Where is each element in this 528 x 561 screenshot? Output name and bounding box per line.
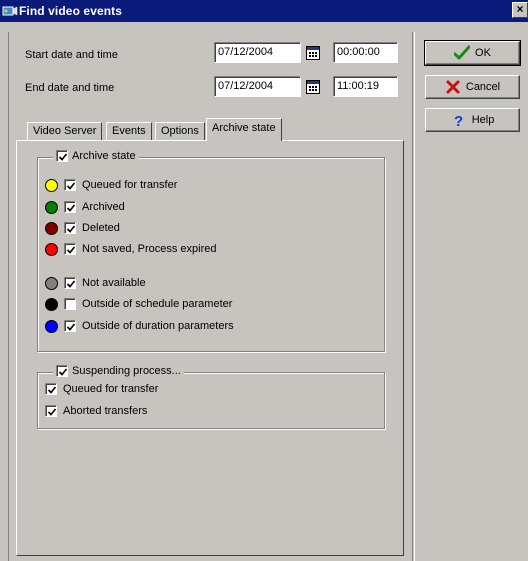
archive-state-item[interactable]: Outside of duration parameters <box>45 319 234 333</box>
archive-state-item[interactable]: Not saved, Process expired <box>45 242 217 256</box>
suspending-process-label: Suspending process... <box>72 365 181 377</box>
status-color-dot-icon <box>45 319 58 333</box>
archive-state-item[interactable]: Not available <box>45 276 146 290</box>
start-date-label: Start date and time <box>25 49 118 61</box>
suspending-item[interactable]: Queued for transfer <box>45 382 158 396</box>
start-time-field[interactable]: 00:00:00 <box>333 42 398 63</box>
status-color-dot-icon <box>45 242 58 256</box>
archive-state-item-checkbox[interactable] <box>64 298 76 310</box>
ok-button[interactable]: OK <box>424 40 521 66</box>
archive-state-item[interactable]: Outside of schedule parameter <box>45 297 232 311</box>
tab-archive-state[interactable]: Archive state <box>206 118 282 141</box>
suspending-item-checkbox[interactable] <box>45 383 57 395</box>
suspending-item-label: Aborted transfers <box>63 405 148 417</box>
question-mark-icon: ? <box>451 112 467 130</box>
find-video-events-dialog: Find video events × Start date and time … <box>0 0 528 561</box>
panel-divider <box>412 32 415 561</box>
archive-state-item-label: Outside of duration parameters <box>82 320 234 332</box>
end-date-label: End date and time <box>25 82 115 94</box>
end-date-field[interactable]: 07/12/2004 <box>214 76 301 97</box>
archive-state-item-label: Not saved, Process expired <box>82 243 217 255</box>
archive-state-item-label: Deleted <box>82 222 120 234</box>
status-color-dot-icon <box>45 178 58 192</box>
archive-state-item-label: Archived <box>82 201 125 213</box>
cross-icon <box>445 79 461 95</box>
archive-state-item[interactable]: Deleted <box>45 221 120 235</box>
archive-state-item-checkbox[interactable] <box>64 243 76 255</box>
status-color-dot-icon <box>45 221 58 235</box>
status-color-dot-icon <box>45 276 58 290</box>
checkmark-icon <box>453 45 471 61</box>
svg-text:?: ? <box>454 113 463 128</box>
end-time-field[interactable]: 11:00:19 <box>333 76 398 97</box>
status-color-dot-icon <box>45 297 58 311</box>
suspending-item-label: Queued for transfer <box>63 383 159 395</box>
suspending-item-checkbox[interactable] <box>45 405 57 417</box>
suspending-process-group <box>37 372 385 429</box>
close-button[interactable]: × <box>512 2 528 18</box>
archive-state-item-label: Queued for transfer <box>82 179 178 191</box>
suspending-process-checkbox[interactable] <box>56 365 68 377</box>
cancel-label: Cancel <box>465 81 501 93</box>
help-button[interactable]: ? Help <box>425 108 520 132</box>
suspending-item[interactable]: Aborted transfers <box>45 404 147 418</box>
tab-events[interactable]: Events <box>106 122 152 140</box>
tab-video-server[interactable]: Video Server <box>27 122 103 140</box>
archive-state-item[interactable]: Queued for transfer <box>45 178 177 192</box>
calendar-icon[interactable] <box>306 46 320 60</box>
archive-state-item-label: Not available <box>82 277 146 289</box>
calendar-icon[interactable] <box>306 80 320 94</box>
window-title: Find video events <box>19 4 123 18</box>
ok-label: OK <box>475 47 491 59</box>
archive-state-item-checkbox[interactable] <box>64 320 76 332</box>
tab-options[interactable]: Options <box>155 122 205 140</box>
archive-state-tab-panel: Archive state Queued for transfer Archive… <box>16 140 404 556</box>
archive-state-checkbox[interactable] <box>56 150 68 162</box>
video-camera-icon <box>2 3 18 19</box>
archive-state-item-checkbox[interactable] <box>64 201 76 213</box>
archive-state-item-label: Outside of schedule parameter <box>82 298 233 310</box>
archive-state-item-checkbox[interactable] <box>64 277 76 289</box>
help-label: Help <box>471 114 495 126</box>
status-color-dot-icon <box>45 200 58 214</box>
archive-state-label: Archive state <box>72 150 136 162</box>
cancel-button[interactable]: Cancel <box>425 75 520 99</box>
archive-state-item-checkbox[interactable] <box>64 222 76 234</box>
suspending-process-group-header: Suspending process... <box>53 365 184 377</box>
archive-state-group-header: Archive state <box>53 150 139 162</box>
title-bar[interactable]: Find video events × <box>0 0 528 22</box>
start-date-field[interactable]: 07/12/2004 <box>214 42 301 63</box>
archive-state-item[interactable]: Archived <box>45 200 125 214</box>
archive-state-item-checkbox[interactable] <box>64 179 76 191</box>
